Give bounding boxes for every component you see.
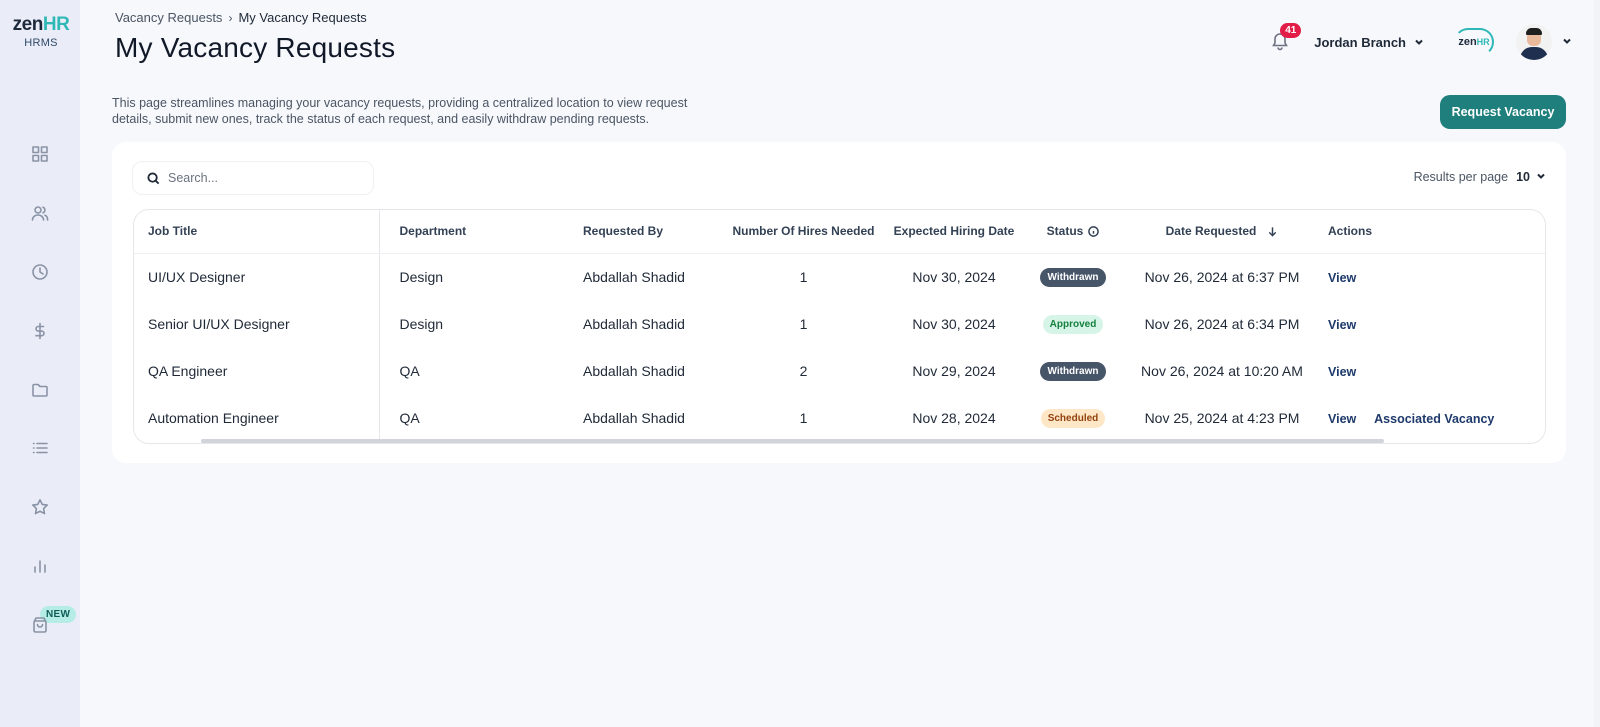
status-badge: Withdrawn (1040, 361, 1106, 381)
sidebar: zenHR HRMS NEW (0, 0, 80, 727)
breadcrumb: Vacancy Requests › My Vacancy Requests (115, 10, 367, 25)
user-name: Jordan Branch (1314, 34, 1406, 50)
chevron-down-icon (1536, 170, 1546, 184)
view-link[interactable]: View (1328, 365, 1356, 379)
notification-count-badge: 41 (1280, 23, 1302, 38)
table-row: Senior UI/UX Designer Design Abdallah Sh… (134, 300, 1545, 347)
notifications-button[interactable]: 41 (1270, 23, 1302, 53)
cell-date-requested: Nov 26, 2024 at 10:20 AM (1141, 362, 1303, 379)
cell-date-requested: Nov 26, 2024 at 6:37 PM (1144, 268, 1300, 285)
breadcrumb-parent[interactable]: Vacancy Requests (115, 10, 222, 25)
cell-requested-by: Abdallah Shadid (583, 362, 685, 379)
results-per-page-select[interactable]: 10 (1516, 170, 1546, 184)
avatar-chevron-down-icon[interactable] (1562, 33, 1572, 51)
view-link[interactable]: View (1328, 271, 1356, 285)
table-row: UI/UX Designer Design Abdallah Shadid 1 … (134, 253, 1545, 300)
cell-job-title: UI/UX Designer (134, 253, 380, 300)
cell-requested-by: Abdallah Shadid (583, 409, 685, 426)
cell-expected-date: Nov 29, 2024 (912, 362, 996, 379)
company-logo[interactable]: zen HR (1454, 28, 1494, 56)
associated-vacancy-link[interactable]: Associated Vacancy (1374, 412, 1494, 426)
dashboard-icon[interactable] (30, 144, 50, 164)
logo-mark: zenHR (12, 14, 70, 35)
column-header-status[interactable]: Status (1024, 210, 1122, 254)
sort-down-icon[interactable] (1267, 226, 1278, 237)
cell-job-title: Automation Engineer (134, 394, 380, 441)
clock-icon[interactable] (30, 262, 50, 282)
bag-icon[interactable] (30, 615, 50, 635)
avatar[interactable] (1516, 24, 1552, 60)
app-logo[interactable]: zenHR HRMS (10, 14, 72, 49)
cell-department: QA (399, 362, 420, 379)
cell-expected-date: Nov 28, 2024 (912, 409, 996, 426)
cell-hires: 2 (799, 362, 808, 379)
table-horizontal-scrollbar[interactable] (201, 439, 1384, 443)
cell-department: Design (399, 315, 444, 332)
status-badge: Approved (1042, 314, 1104, 334)
column-header-expected-hiring-date[interactable]: Expected Hiring Date (884, 210, 1024, 254)
people-icon[interactable] (30, 203, 50, 223)
cell-date-requested: Nov 25, 2024 at 4:23 PM (1144, 409, 1300, 426)
page-description: This page streamlines managing your vaca… (112, 96, 688, 126)
status-badge: Withdrawn (1040, 267, 1106, 287)
request-vacancy-button[interactable]: Request Vacancy (1440, 95, 1566, 129)
column-header-actions: Actions (1322, 210, 1545, 254)
column-header-date-requested[interactable]: Date Requested (1122, 210, 1322, 254)
column-header-department[interactable]: Department (379, 210, 583, 254)
column-header-hires-needed[interactable]: Number Of Hires Needed (723, 210, 884, 254)
star-icon[interactable] (30, 497, 50, 517)
column-header-job-title[interactable]: Job Title (134, 210, 380, 254)
cell-department: QA (399, 409, 420, 426)
cell-hires: 1 (799, 268, 808, 285)
folder-icon[interactable] (30, 380, 50, 400)
search-box[interactable] (132, 161, 374, 195)
search-input[interactable] (168, 171, 358, 185)
view-link[interactable]: View (1328, 318, 1356, 332)
page-title: My Vacancy Requests (115, 32, 396, 63)
user-menu[interactable]: Jordan Branch (1314, 35, 1424, 50)
cell-requested-by: Abdallah Shadid (583, 315, 685, 332)
table-row: QA Engineer QA Abdallah Shadid 2 Nov 29,… (134, 347, 1545, 394)
requests-table: Job Title Department Requested By Number… (133, 209, 1546, 444)
cell-date-requested: Nov 26, 2024 at 6:34 PM (1144, 315, 1300, 332)
requests-card: Results per page 10 Job Title Department… (112, 142, 1566, 463)
logo-subtitle: HRMS (24, 37, 58, 49)
breadcrumb-current: My Vacancy Requests (238, 10, 367, 25)
view-link[interactable]: View (1328, 412, 1356, 426)
list-icon[interactable] (30, 438, 50, 458)
cell-job-title: Senior UI/UX Designer (134, 300, 380, 347)
table-header-row: Job Title Department Requested By Number… (134, 210, 1545, 254)
header-actions: 41 Jordan Branch zen HR (1270, 22, 1572, 62)
column-header-requested-by[interactable]: Requested By (583, 210, 723, 254)
table-row: Automation Engineer QA Abdallah Shadid 1… (134, 394, 1545, 441)
cell-hires: 1 (799, 315, 808, 332)
cell-expected-date: Nov 30, 2024 (912, 315, 996, 332)
chevron-down-icon (1414, 35, 1424, 50)
cell-requested-by: Abdallah Shadid (583, 268, 685, 285)
bar-chart-icon[interactable] (30, 556, 50, 576)
cell-expected-date: Nov 30, 2024 (912, 268, 996, 285)
dollar-icon[interactable] (30, 321, 50, 341)
status-badge: Scheduled (1040, 408, 1106, 428)
breadcrumb-separator: › (228, 10, 233, 25)
results-per-page-label: Results per page (1413, 170, 1509, 184)
page-scrollbar[interactable] (1594, 0, 1600, 727)
info-icon[interactable] (1088, 225, 1100, 237)
cell-job-title: QA Engineer (134, 347, 380, 394)
search-icon (147, 171, 160, 184)
cell-hires: 1 (799, 409, 808, 426)
cell-department: Design (399, 268, 444, 285)
results-per-page: Results per page 10 (1414, 170, 1546, 184)
